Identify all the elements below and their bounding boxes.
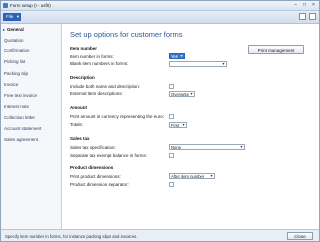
- item-number-select[interactable]: Yes ▾: [169, 53, 185, 59]
- sidebar-item-quotation[interactable]: Quotation: [4, 38, 24, 43]
- window-title: Form setup (I - usf0): [10, 3, 51, 8]
- totals-select[interactable]: First ▾: [169, 122, 187, 128]
- include-both-checkbox[interactable]: [169, 84, 174, 89]
- totals-label: Totals:: [70, 122, 84, 127]
- sidebar-item-general[interactable]: General: [7, 27, 24, 32]
- item-number-label: Item number in forms:: [70, 54, 114, 59]
- menu-bar: File ▾: [1, 11, 319, 24]
- item-number-value: Yes: [171, 54, 178, 59]
- product-dimension-separator-field[interactable]: [169, 182, 174, 187]
- print-product-dimensions-select[interactable]: After item number ▾: [169, 173, 215, 179]
- chevron-down-icon: ▾: [182, 122, 185, 127]
- section-product-dimensions: Product dimensions: [70, 165, 114, 170]
- section-amount: Amount: [70, 105, 87, 110]
- help-icon[interactable]: [309, 13, 316, 20]
- close-icon[interactable]: ×: [309, 2, 318, 8]
- refresh-icon[interactable]: [299, 13, 306, 20]
- chevron-down-icon: ▾: [16, 14, 19, 19]
- totals-value: First: [171, 123, 180, 128]
- sidebar-item-invoice[interactable]: Invoice: [4, 82, 18, 87]
- close-button[interactable]: Close: [287, 232, 313, 240]
- chevron-down-icon: ▾: [222, 61, 225, 66]
- external-descriptions-select[interactable]: Overwrite ▾: [169, 91, 195, 97]
- sidebar-item-picking-list[interactable]: Picking list: [4, 59, 25, 64]
- file-menu-label: File: [6, 14, 14, 19]
- sidebar-item-free-text-invoice[interactable]: Free text invoice: [4, 93, 37, 98]
- print-product-dimensions-label: Print product dimensions:: [70, 174, 121, 179]
- expand-triangle-icon: ▸: [3, 27, 6, 32]
- separate-tax-exempt-checkbox[interactable]: [169, 153, 174, 158]
- form-setup-window: Form setup (I - usf0) – □ × File ▾ ▸ Gen…: [0, 0, 320, 242]
- external-descriptions-label: External item descriptions:: [70, 91, 123, 96]
- section-item-number: Item number: [70, 46, 98, 51]
- include-both-label: Include both name and description:: [70, 84, 141, 89]
- sales-tax-spec-select[interactable]: None ▾: [169, 144, 245, 150]
- chevron-down-icon: ▾: [180, 53, 183, 58]
- sidebar-item-account-statement[interactable]: Account statement: [4, 126, 41, 131]
- minimize-icon[interactable]: –: [291, 2, 300, 8]
- print-amount-euro-label: Print amount in currency representing th…: [70, 114, 165, 119]
- app-icon: [3, 3, 8, 8]
- product-dimension-separator-label: Product dimension separator:: [70, 182, 129, 187]
- blank-item-numbers-select[interactable]: ▾: [169, 61, 227, 67]
- blank-item-numbers-label: Blank item numbers in forms:: [70, 61, 129, 66]
- sidebar-item-interest-note[interactable]: Interest note: [4, 104, 29, 109]
- main-content: Set up options for customer forms Print …: [62, 24, 319, 229]
- print-product-dimensions-value: After item number: [171, 174, 205, 179]
- sidebar: ▸ General Quotation Confirmation Picking…: [1, 24, 62, 229]
- page-title: Set up options for customer forms: [70, 30, 183, 39]
- maximize-icon[interactable]: □: [300, 2, 309, 8]
- sales-tax-spec-value: None: [171, 145, 182, 150]
- sidebar-item-packing-slip[interactable]: Packing slip: [4, 71, 28, 76]
- status-text: Specify item number in forms, for instan…: [5, 234, 138, 239]
- sales-tax-spec-label: Sales tax specification:: [70, 145, 116, 150]
- section-description: Description: [70, 75, 95, 80]
- section-sales-tax: Sales tax: [70, 136, 90, 141]
- sidebar-item-collection-letter[interactable]: Collection letter: [4, 115, 35, 120]
- status-bar: Specify item number in forms, for instan…: [1, 229, 319, 241]
- print-amount-euro-checkbox[interactable]: [169, 114, 174, 119]
- sidebar-item-sales-agreement[interactable]: Sales agreement: [4, 137, 38, 142]
- sidebar-item-confirmation[interactable]: Confirmation: [4, 48, 30, 53]
- external-descriptions-value: Overwrite: [171, 92, 189, 97]
- chevron-down-icon: ▾: [240, 144, 243, 149]
- file-menu-button[interactable]: File ▾: [3, 13, 21, 21]
- title-bar: Form setup (I - usf0) – □ ×: [1, 1, 319, 11]
- print-management-button[interactable]: Print management: [248, 45, 304, 54]
- separate-tax-exempt-label: Separate tax exempt balance in forms:: [70, 153, 148, 158]
- chevron-down-icon: ▾: [210, 173, 213, 178]
- chevron-down-icon: ▾: [190, 91, 193, 96]
